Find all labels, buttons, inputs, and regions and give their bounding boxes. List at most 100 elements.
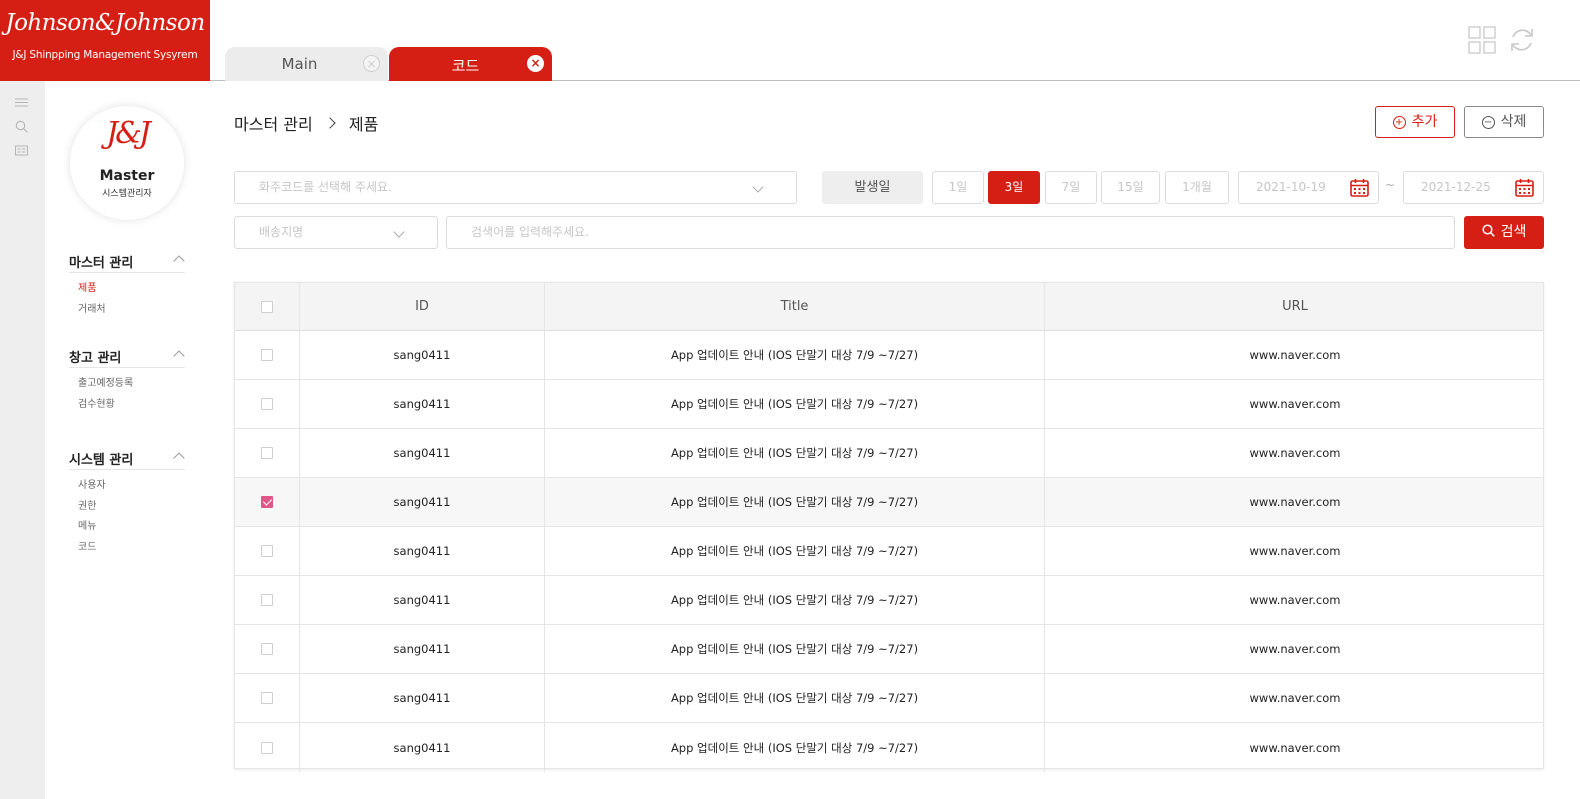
cell-id: sang0411 [300,380,545,428]
date-to-value: 2021-12-25 [1421,180,1491,194]
sidebar-item-client[interactable]: 거래처 [69,300,185,321]
range-1m-button[interactable]: 1개월 [1165,171,1229,204]
cell-title: App 업데이트 안내 (IOS 단말기 대상 7/9 ~7/27) [545,380,1045,428]
table-row[interactable]: sang0411 App 업데이트 안내 (IOS 단말기 대상 7/9 ~7/2… [235,576,1543,625]
icon-rail [0,81,45,799]
delete-button-label: 삭제 [1500,114,1527,130]
row-checkbox[interactable] [261,594,273,606]
cell-title: App 업데이트 안내 (IOS 단말기 대상 7/9 ~7/27) [545,478,1045,526]
destination-select[interactable]: 배송지명 [234,216,438,249]
table-row[interactable]: sang0411 App 업데이트 안내 (IOS 단말기 대상 7/9 ~7/2… [235,527,1543,576]
search-icon[interactable] [15,120,28,133]
header-checkbox-cell [235,283,300,330]
range-3d-button[interactable]: 3일 [988,171,1040,204]
select-all-checkbox[interactable] [261,300,273,313]
nav-group-header[interactable]: 마스터 관리 [69,251,185,273]
grid-view-icon[interactable] [1468,26,1496,54]
cell-url[interactable]: www.naver.com [1045,429,1545,477]
sidebar-item-users[interactable]: 사용자 [69,476,185,497]
date-type-label: 발생일 [822,171,923,204]
row-checkbox[interactable] [261,349,273,361]
cell-id: sang0411 [300,576,545,624]
shipper-code-select[interactable]: 화주코드를 선택해 주세요. [234,171,797,204]
range-1d-button[interactable]: 1일 [932,171,984,204]
shipper-code-placeholder: 화주코드를 선택해 주세요. [259,180,392,194]
column-header-title[interactable]: Title [545,283,1045,330]
minus-circle-icon: − [1481,116,1495,129]
cell-title: App 업데이트 안내 (IOS 단말기 대상 7/9 ~7/27) [545,576,1045,624]
tab-label: Main [281,55,318,73]
calendar-icon[interactable] [1350,178,1369,197]
add-button-label: 추가 [1411,114,1438,130]
calendar-icon[interactable] [1515,178,1534,197]
row-checkbox[interactable] [261,643,273,655]
row-checkbox-cell [235,576,300,624]
list-card-icon[interactable] [15,144,28,157]
brand-logo[interactable]: Johnson&Johnson J&J Shinpping Management… [0,0,210,81]
cell-url[interactable]: www.naver.com [1045,576,1545,624]
cell-url[interactable]: www.naver.com [1045,380,1545,428]
cell-url[interactable]: www.naver.com [1045,723,1545,772]
search-input[interactable]: 검색어를 입력해주세요. [446,216,1455,249]
row-checkbox-cell [235,331,300,379]
sidebar-item-menu[interactable]: 메뉴 [69,517,185,538]
cell-url[interactable]: www.naver.com [1045,478,1545,526]
cell-url[interactable]: www.naver.com [1045,625,1545,673]
cell-url[interactable]: www.naver.com [1045,674,1545,722]
date-to-field[interactable]: 2021-12-25 [1403,171,1544,204]
row-checkbox[interactable] [261,398,273,410]
table-row[interactable]: sang0411 App 업데이트 안내 (IOS 단말기 대상 7/9 ~7/2… [235,625,1543,674]
sidebar-item-shipment-schedule[interactable]: 출고예정등록 [69,374,185,395]
range-7d-button[interactable]: 7일 [1045,171,1097,204]
breadcrumb-parent[interactable]: 마스터 관리 [234,111,313,135]
date-range-separator: ~ [1385,178,1396,192]
search-placeholder: 검색어를 입력해주세요. [471,225,590,239]
chevron-right-icon [324,117,336,129]
nav-group-title: 시스템 관리 [69,453,134,468]
delete-button[interactable]: − 삭제 [1464,106,1544,138]
column-header-id[interactable]: ID [300,283,545,330]
table-row[interactable]: sang0411 App 업데이트 안내 (IOS 단말기 대상 7/9 ~7/2… [235,478,1543,527]
cell-url[interactable]: www.naver.com [1045,331,1545,379]
tab-code[interactable]: 코드 × [389,47,552,81]
cell-url[interactable]: www.naver.com [1045,527,1545,575]
row-checkbox[interactable] [261,447,273,459]
close-icon[interactable]: × [527,55,544,72]
cell-id: sang0411 [300,674,545,722]
row-checkbox[interactable] [261,741,273,754]
table-row[interactable]: sang0411 App 업데이트 안내 (IOS 단말기 대상 7/9 ~7/2… [235,429,1543,478]
column-header-url[interactable]: URL [1045,283,1545,330]
cell-title: App 업데이트 안내 (IOS 단말기 대상 7/9 ~7/27) [545,723,1045,772]
sidebar-item-product[interactable]: 제품 [69,279,185,300]
cell-title: App 업데이트 안내 (IOS 단말기 대상 7/9 ~7/27) [545,527,1045,575]
nav-group-header[interactable]: 창고 관리 [69,346,185,368]
row-checkbox[interactable] [261,692,273,704]
sidebar-item-code[interactable]: 코드 [69,538,185,559]
sidebar: J&J Master 시스템관리자 마스터 관리 제품 거래처 창고 관리 출고… [45,81,210,799]
chevron-up-icon [173,350,185,362]
date-from-value: 2021-10-19 [1256,180,1326,194]
row-checkbox-cell [235,478,300,526]
row-checkbox[interactable] [261,545,273,557]
range-15d-button[interactable]: 15일 [1101,171,1160,204]
search-button[interactable]: 검색 [1464,216,1544,249]
add-button[interactable]: + 추가 [1375,106,1455,138]
profile-card[interactable]: J&J Master 시스템관리자 [70,106,184,220]
search-icon [1482,224,1495,237]
refresh-icon[interactable] [1508,26,1536,54]
table-row[interactable]: sang0411 App 업데이트 안내 (IOS 단말기 대상 7/9 ~7/2… [235,380,1543,429]
nav-group-header[interactable]: 시스템 관리 [69,448,185,470]
sidebar-item-permissions[interactable]: 권한 [69,497,185,518]
table-row[interactable]: sang0411 App 업데이트 안내 (IOS 단말기 대상 7/9 ~7/2… [235,674,1543,723]
close-icon[interactable]: × [363,55,380,72]
table-row[interactable]: sang0411 App 업데이트 안내 (IOS 단말기 대상 7/9 ~7/2… [235,723,1543,772]
tab-label: 코드 [451,57,480,75]
row-checkbox[interactable] [261,496,273,508]
table-row[interactable]: sang0411 App 업데이트 안내 (IOS 단말기 대상 7/9 ~7/2… [235,331,1543,380]
data-table: ID Title URL sang0411 App 업데이트 안내 (IOS 단말… [234,282,1545,772]
row-checkbox-cell [235,380,300,428]
date-from-field[interactable]: 2021-10-19 [1238,171,1379,204]
tab-main[interactable]: Main × [225,47,388,81]
menu-icon[interactable] [15,96,28,109]
sidebar-item-inspection-status[interactable]: 검수현황 [69,395,185,416]
